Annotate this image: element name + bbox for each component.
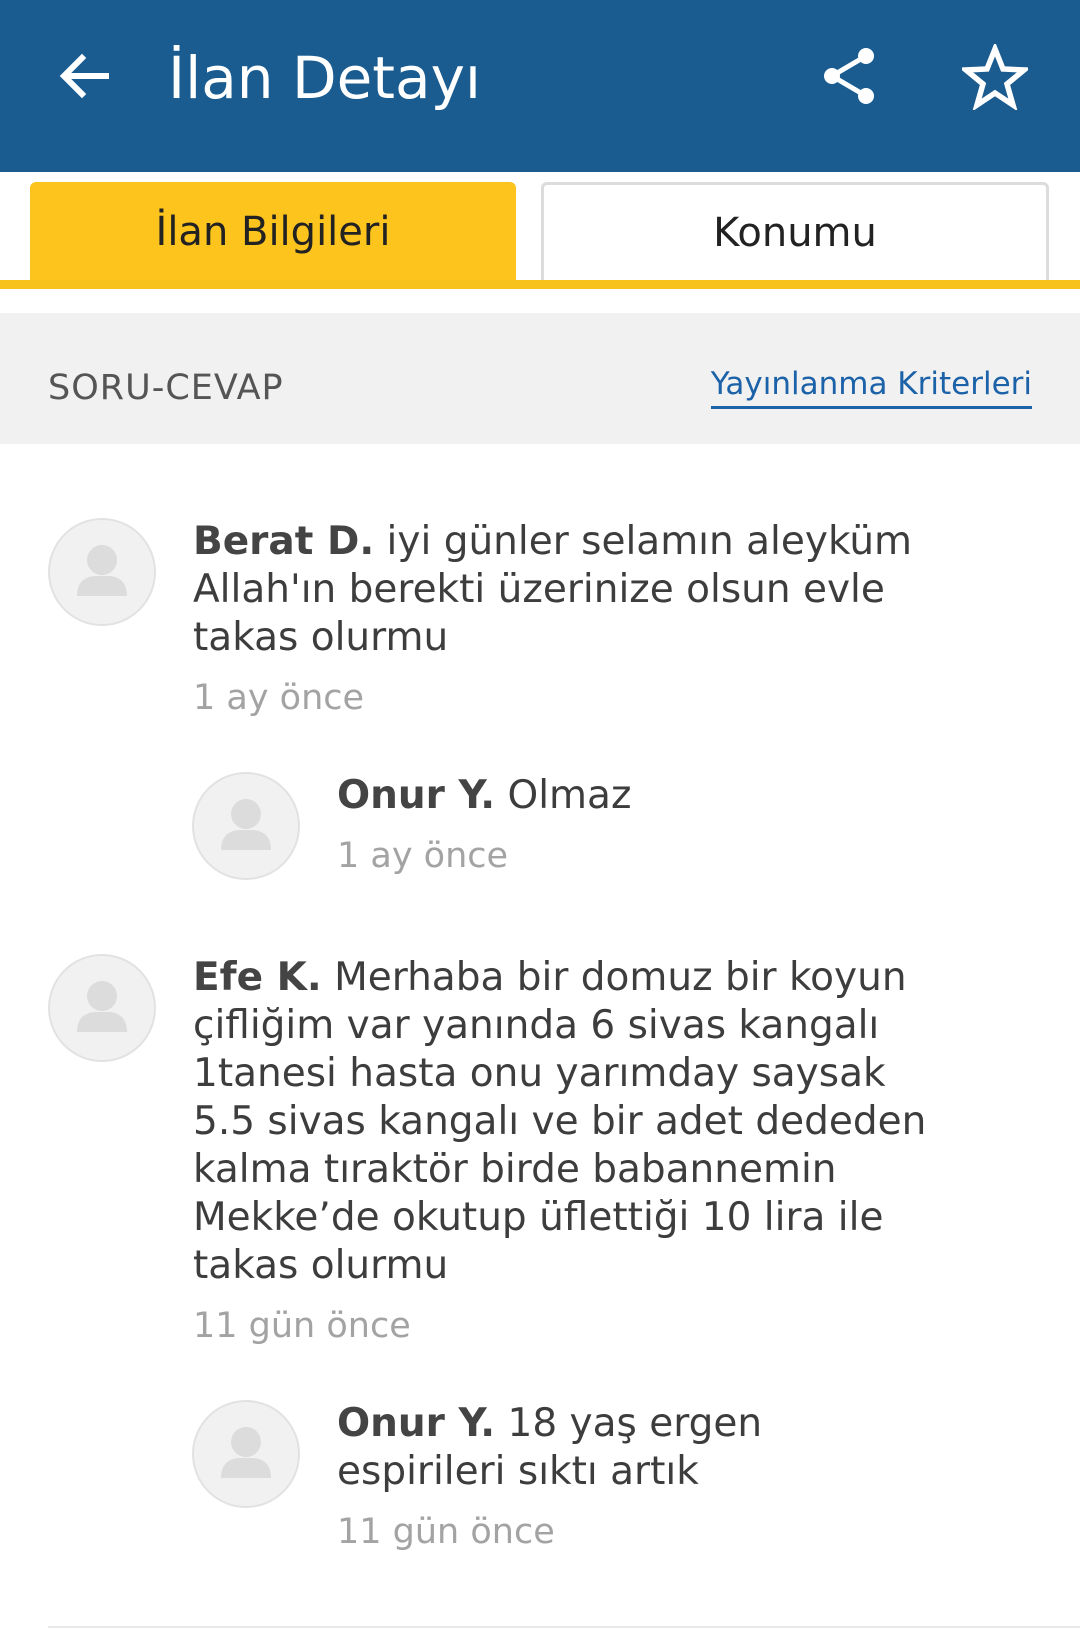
tab-label: İlan Bilgileri — [155, 209, 391, 255]
question-author: Efe K. — [193, 955, 322, 1000]
answer-text: Onur Y. 18 yaş ergen espirileri sıktı ar… — [337, 1400, 817, 1496]
user-placeholder-icon — [77, 545, 127, 596]
answer-author: Onur Y. — [337, 1401, 496, 1446]
tab-ilan-bilgileri[interactable]: İlan Bilgileri — [30, 182, 516, 282]
question-author: Berat D. — [193, 519, 375, 564]
section-title: SORU-CEVAP — [48, 368, 284, 408]
question-text: Efe K. Merhaba bir domuz bir koyun çifli… — [193, 954, 933, 1290]
share-icon[interactable] — [818, 44, 882, 108]
divider — [48, 1626, 1080, 1628]
arrow-left-icon[interactable] — [52, 44, 116, 108]
user-placeholder-icon — [221, 799, 271, 850]
user-placeholder-icon — [221, 1427, 271, 1478]
avatar — [192, 1400, 300, 1508]
answer-time: 1 ay önce — [337, 836, 509, 876]
tab-konumu[interactable]: Konumu — [541, 182, 1049, 280]
tab-label: Konumu — [713, 209, 877, 256]
star-outline-icon[interactable] — [958, 41, 1032, 112]
avatar — [192, 772, 300, 880]
answer-author: Onur Y. — [337, 773, 496, 818]
answer-body: Olmaz — [507, 773, 632, 818]
avatar — [48, 954, 156, 1062]
qa-section-header: SORU-CEVAP Yayınlanma Kriterleri — [0, 313, 1080, 444]
user-placeholder-icon — [77, 981, 127, 1032]
app-bar: İlan Detayı — [0, 0, 1080, 172]
question-time: 11 gün önce — [193, 1306, 411, 1346]
page-title: İlan Detayı — [168, 44, 482, 112]
answer-text: Onur Y. Olmaz — [337, 772, 1037, 820]
question-time: 1 ay önce — [193, 678, 365, 718]
avatar — [48, 518, 156, 626]
answer-time: 11 gün önce — [337, 1512, 555, 1552]
question-text: Berat D. iyi günler selamın aleyküm Alla… — [193, 518, 953, 662]
question-body: Merhaba bir domuz bir koyun çifliğim var… — [193, 955, 927, 1288]
tab-indicator-line — [0, 280, 1080, 289]
publishing-criteria-link[interactable]: Yayınlanma Kriterleri — [710, 366, 1032, 409]
